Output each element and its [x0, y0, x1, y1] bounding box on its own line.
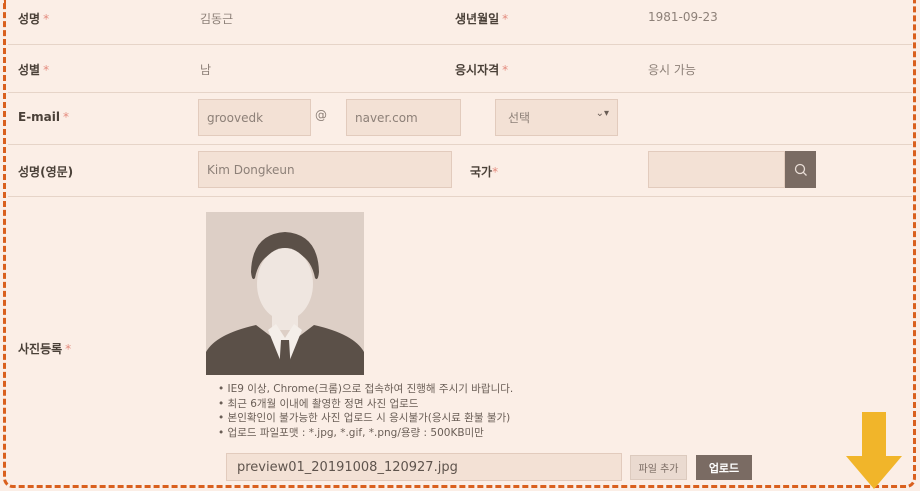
search-icon	[794, 163, 807, 176]
qualification-value: 응시 가능	[648, 63, 696, 77]
name-value: 김동근	[200, 12, 234, 26]
email-select-label: 선택	[508, 111, 531, 125]
english-name-input[interactable]: Kim Dongkeun	[198, 151, 452, 188]
country-search-button[interactable]	[785, 151, 816, 188]
email-label: E-mail *	[18, 110, 70, 124]
birth-label: 생년월일 *	[455, 12, 509, 26]
photo-note: 최근 6개월 이내에 촬영한 정면 사진 업로드	[218, 397, 513, 412]
email-user-input[interactable]: groovedk	[198, 99, 311, 136]
upload-button[interactable]: 업로드	[696, 455, 752, 480]
country-input[interactable]	[648, 151, 785, 188]
qualification-label: 응시자격 *	[455, 63, 509, 77]
person-silhouette-icon	[206, 212, 364, 375]
scroll-down-arrow-icon	[846, 412, 902, 489]
chevron-down-icon: ⌄▾	[595, 108, 609, 119]
photo-file-name: preview01_20191008_120927.jpg	[226, 453, 622, 481]
gender-value: 남	[200, 63, 212, 77]
photo-preview	[206, 212, 364, 375]
birth-value: 1981-09-23	[648, 10, 718, 24]
photo-note: 본인확인이 불가능한 사진 업로드 시 응시불가(응시료 환불 불가)	[218, 411, 513, 426]
email-domain-select[interactable]: 선택 ⌄▾	[495, 99, 618, 136]
add-file-button[interactable]: 파일 추가	[630, 455, 687, 480]
gender-label: 성별 *	[18, 63, 50, 77]
country-label: 국가*	[470, 165, 499, 179]
name-label: 성명 *	[18, 12, 50, 26]
photo-label: 사진등록 *	[18, 342, 72, 356]
email-at-sign: @	[315, 108, 327, 122]
email-domain-input[interactable]: naver.com	[346, 99, 461, 136]
photo-notes: IE9 이상, Chrome(크롬)으로 접속하여 진행해 주시기 바랍니다. …	[218, 382, 514, 441]
photo-note: IE9 이상, Chrome(크롬)으로 접속하여 진행해 주시기 바랍니다.	[218, 382, 514, 397]
photo-note: 업로드 파일포맷 : *.jpg, *.gif, *.png/용량 : 500K…	[218, 426, 513, 441]
english-name-label: 성명(영문)	[18, 165, 74, 179]
